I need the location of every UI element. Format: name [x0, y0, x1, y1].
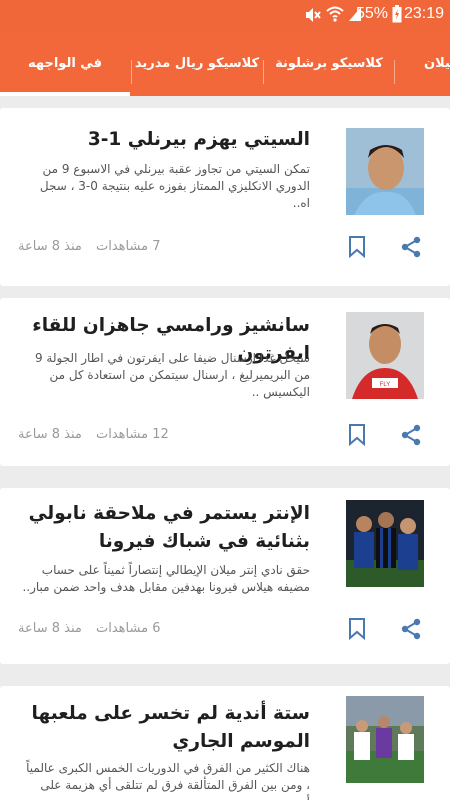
article-excerpt: حقق نادي إنتر ميلان الإيطالي إنتصاراً ثم…: [22, 563, 310, 594]
view-count: 7 مشاهدات: [96, 239, 161, 254]
svg-text:FLY: FLY: [380, 382, 391, 388]
tab-barcelona-clasico[interactable]: كلاسيكو برشلونة: [264, 30, 394, 96]
tab-featured[interactable]: في الواجهه: [0, 30, 130, 96]
tab-label: ميلان: [424, 55, 450, 71]
article-thumbnail: FLY: [346, 312, 424, 399]
timestamp: منذ 8 ساعة: [18, 621, 82, 636]
battery-percent: 55%: [355, 5, 388, 22]
share-icon[interactable]: [400, 424, 422, 446]
tab-bar: في الواجهه كلاسيكو ريال مدريد كلاسيكو بر…: [0, 30, 450, 96]
article-card[interactable]: الإنتر يستمر في ملاحقة نابولي بثنائية في…: [0, 488, 450, 664]
article-thumbnail: [346, 500, 424, 587]
timestamp: منذ 8 ساعة: [18, 427, 82, 442]
tab-label: في الواجهه: [28, 55, 102, 71]
view-count: 12 مشاهدات: [96, 427, 169, 442]
bookmark-icon[interactable]: [348, 236, 366, 258]
wifi-icon: [326, 6, 344, 22]
article-title[interactable]: ستة أندية لم تخسر على ملعبها الموسم الجا…: [20, 700, 310, 756]
tab-milan[interactable]: ميلان: [400, 30, 450, 96]
article-title[interactable]: السيتي يهزم بيرنلي 1-3: [20, 126, 310, 154]
article-card[interactable]: السيتي يهزم بيرنلي 1-3 تمكن السيتي من تج…: [0, 108, 450, 286]
article-excerpt: سيحل غدا ارسنال ضيفا على ايفرتون في اطار…: [34, 351, 310, 399]
tab-real-madrid-clasico[interactable]: كلاسيكو ريال مدريد: [132, 30, 262, 96]
article-card[interactable]: FLY سانشيز ورامسي جاهزان للقاء ايفرتون س…: [0, 298, 450, 466]
share-icon[interactable]: [400, 618, 422, 640]
article-excerpt: هناك الكثير من الفرق في الدوريات الخمس ا…: [26, 761, 310, 800]
status-bar: 55% 23:19: [0, 0, 450, 30]
bookmark-icon[interactable]: [348, 618, 366, 640]
share-icon[interactable]: [400, 236, 422, 258]
view-count: 6 مشاهدات: [96, 621, 161, 636]
article-thumbnail: [346, 128, 424, 215]
bookmark-icon[interactable]: [348, 424, 366, 446]
tab-label: كلاسيكو برشلونة: [275, 55, 383, 71]
article-thumbnail: [346, 696, 424, 783]
article-excerpt: تمكن السيتي من تجاوز عقبة بيرنلي في الاس…: [39, 162, 310, 210]
article-title[interactable]: الإنتر يستمر في ملاحقة نابولي بثنائية في…: [20, 500, 310, 556]
clock: 23:19: [403, 5, 444, 22]
tab-divider: [394, 60, 395, 84]
timestamp: منذ 8 ساعة: [18, 239, 82, 254]
article-card[interactable]: ستة أندية لم تخسر على ملعبها الموسم الجا…: [0, 686, 450, 800]
tab-label: كلاسيكو ريال مدريد: [134, 55, 260, 71]
battery-icon: [392, 5, 402, 23]
mute-icon: [306, 8, 321, 22]
